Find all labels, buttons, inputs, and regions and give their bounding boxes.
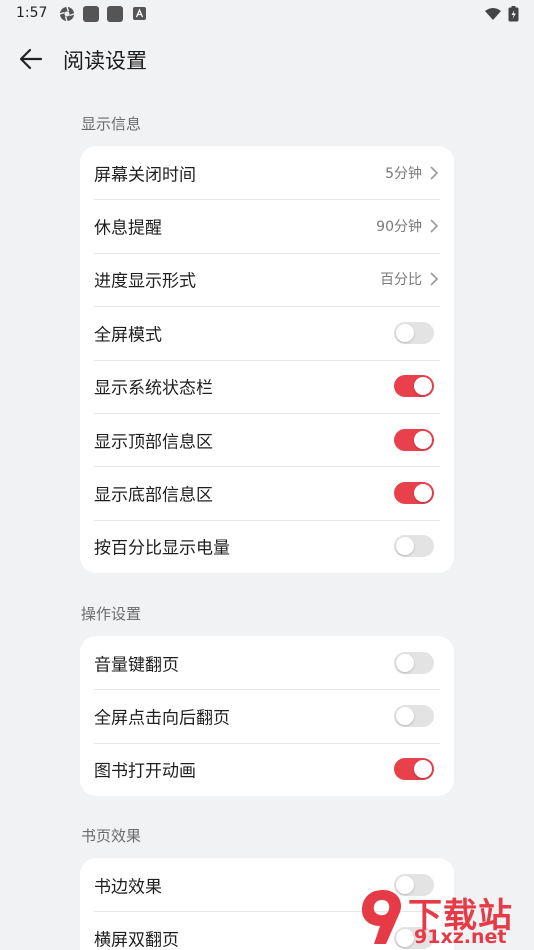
watermark-logo: 下载站 91xz.net: [358, 886, 530, 950]
fullscreen-mode-row: 全屏模式: [80, 306, 454, 359]
tap-next-page-row: 全屏点击向后翻页: [80, 689, 454, 742]
row-label: 休息提醒: [94, 218, 162, 239]
wifi-icon: [485, 8, 501, 20]
row-label: 进度显示形式: [94, 271, 196, 292]
system-statusbar-row: 显示系统状态栏: [80, 359, 454, 413]
row-label: 全屏点击向后翻页: [94, 708, 230, 729]
row-label: 书边效果: [94, 877, 162, 898]
app-notification-icon: [83, 6, 99, 22]
progress-display-row[interactable]: 进度显示形式 百分比: [80, 252, 454, 306]
row-label: 音量键翻页: [94, 655, 179, 676]
top-info-toggle[interactable]: [394, 428, 434, 451]
chevron-right-icon: [430, 166, 439, 180]
bottom-info-row: 显示底部信息区: [80, 466, 454, 519]
row-label: 图书打开动画: [94, 761, 196, 782]
chevron-right-icon: [430, 272, 439, 287]
book-open-animation-toggle[interactable]: [394, 758, 434, 781]
row-value: 5分钟: [385, 165, 422, 182]
battery-icon: [508, 6, 519, 22]
system-statusbar-toggle[interactable]: [394, 375, 434, 398]
back-button[interactable]: [14, 42, 48, 76]
row-value: 百分比: [380, 272, 422, 289]
row-value: 90分钟: [376, 219, 422, 236]
row-label: 屏幕关闭时间: [94, 165, 196, 186]
display-info-card: 屏幕关闭时间 5分钟 休息提醒 90分钟 进度显示形式 百分比 全屏模式 显示系…: [80, 146, 454, 574]
operation-card: 音量键翻页 全屏点击向后翻页 图书打开动画: [80, 636, 454, 797]
row-label: 显示顶部信息区: [94, 432, 213, 453]
row-label: 显示系统状态栏: [94, 378, 213, 399]
logo-9-icon: [362, 890, 402, 944]
tap-next-page-toggle[interactable]: [394, 705, 434, 728]
page-title: 阅读设置: [63, 49, 147, 73]
bottom-info-toggle[interactable]: [394, 482, 434, 505]
aperture-icon: [59, 6, 75, 22]
battery-percent-row: 按百分比显示电量: [80, 519, 454, 573]
screen-off-time-row[interactable]: 屏幕关闭时间 5分钟: [80, 146, 454, 199]
fullscreen-mode-toggle[interactable]: [394, 321, 434, 344]
book-open-animation-row: 图书打开动画: [80, 742, 454, 796]
status-bar: 1:57: [0, 0, 534, 28]
section-label-display-info: 显示信息: [81, 115, 142, 133]
app-bar: 阅读设置: [0, 36, 534, 80]
chevron-right-icon: [430, 219, 439, 233]
status-time: 1:57: [16, 5, 48, 21]
arrow-left-icon: [19, 48, 43, 70]
row-label: 横屏双翻页: [94, 930, 179, 950]
top-info-row: 显示顶部信息区: [80, 412, 454, 466]
section-label-page-effect: 书页效果: [81, 827, 142, 845]
volume-key-page-row: 音量键翻页: [80, 636, 454, 689]
rest-reminder-row[interactable]: 休息提醒 90分钟: [80, 199, 454, 252]
volume-key-page-toggle[interactable]: [394, 651, 434, 674]
section-label-operation: 操作设置: [81, 605, 142, 623]
a-notification-icon: [133, 7, 146, 20]
watermark-url: 91xz.net: [414, 926, 507, 948]
row-label: 显示底部信息区: [94, 485, 213, 506]
app-notification-icon-2: [107, 6, 123, 22]
battery-percent-toggle[interactable]: [394, 535, 434, 558]
row-label: 全屏模式: [94, 325, 162, 346]
row-label: 按百分比显示电量: [94, 538, 230, 559]
